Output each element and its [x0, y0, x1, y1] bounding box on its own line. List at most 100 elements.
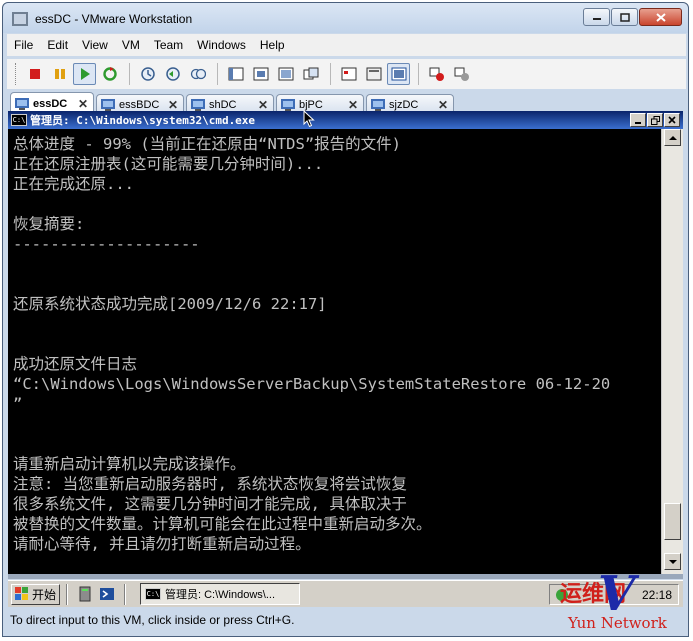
- team-button[interactable]: [425, 63, 448, 85]
- revert-snapshot-button[interactable]: [161, 63, 184, 85]
- toolbar-separator: [217, 63, 218, 85]
- summary-view-button[interactable]: [337, 63, 360, 85]
- quick-switch-button[interactable]: [224, 63, 247, 85]
- menu-bar: File Edit View VM Team Windows Help: [7, 34, 686, 56]
- menu-view[interactable]: View: [75, 38, 115, 52]
- menu-file[interactable]: File: [7, 38, 40, 52]
- system-tray: 22:18: [549, 584, 679, 605]
- minimize-icon: [592, 18, 601, 20]
- console-view-icon: [366, 67, 381, 81]
- view-toggle-button[interactable]: [387, 63, 410, 85]
- full-screen-icon: [278, 67, 293, 81]
- cmd-title-bar[interactable]: C:\ 管理员: C:\Windows\system32\cmd.exe: [8, 111, 683, 129]
- revert-snapshot-icon: [165, 67, 180, 81]
- reset-button[interactable]: [98, 63, 121, 85]
- vm-icon: [101, 98, 115, 111]
- menu-edit[interactable]: Edit: [40, 38, 75, 52]
- arrow-down-icon: [668, 559, 677, 564]
- arrow-up-icon: [668, 135, 677, 140]
- taskbar-separator: [66, 583, 68, 605]
- console-line: 请重新启动计算机以完成该操作。: [13, 455, 246, 473]
- take-snapshot-button[interactable]: [136, 63, 159, 85]
- menu-team[interactable]: Team: [147, 38, 190, 52]
- close-icon: [655, 12, 666, 22]
- vm-horizontal-scrollbar[interactable]: [8, 574, 683, 579]
- start-button[interactable]: 开始: [11, 583, 60, 605]
- guest-taskbar: 开始 C:\ 管理员: C:\Windows\... 22:18: [8, 580, 683, 607]
- start-label: 开始: [32, 587, 57, 602]
- team-icon: [429, 67, 444, 81]
- network-button[interactable]: [450, 63, 473, 85]
- vm-icon: [15, 97, 29, 110]
- console-line: “C:\Windows\Logs\WindowsServerBackup\Sys…: [13, 375, 611, 393]
- menu-windows[interactable]: Windows: [190, 38, 253, 52]
- scroll-up-button[interactable]: [664, 129, 681, 146]
- maximize-button[interactable]: [611, 8, 638, 26]
- pause-icon: [54, 69, 65, 79]
- toolbar-separator: [330, 63, 331, 85]
- console-line: 恢复摘要:: [13, 215, 85, 233]
- toolbar: [7, 59, 686, 89]
- cmd-restore-button[interactable]: [647, 113, 663, 127]
- powershell-icon[interactable]: [99, 586, 115, 602]
- minimize-button[interactable]: [583, 8, 610, 26]
- cmd-icon: C:\: [145, 588, 161, 600]
- network-icon: [454, 67, 469, 81]
- close-icon[interactable]: ✕: [167, 98, 179, 112]
- tab-label: shDC: [209, 98, 237, 111]
- power-off-button[interactable]: [23, 63, 46, 85]
- suspend-button[interactable]: [48, 63, 71, 85]
- tab-label: sjzDC: [389, 98, 419, 111]
- taskbar-cmd-button[interactable]: C:\ 管理员: C:\Windows\...: [140, 583, 300, 605]
- fit-guest-button[interactable]: [249, 63, 272, 85]
- unity-button[interactable]: [299, 63, 322, 85]
- console-output[interactable]: 总体进度 - 99% (当前正在还原由“NTDS”报告的文件) 正在还原注册表(这…: [8, 129, 661, 574]
- cmd-window-controls: [630, 113, 680, 127]
- view-toggle-icon: [391, 67, 406, 81]
- console-line: --------------------: [13, 235, 200, 253]
- console-line: 总体进度 - 99% (当前正在还原由“NTDS”报告的文件): [13, 135, 401, 153]
- console-scrollbar[interactable]: [661, 129, 683, 574]
- snapshot-manager-button[interactable]: [186, 63, 209, 85]
- reset-icon: [102, 67, 117, 81]
- toolbar-separator: [129, 63, 130, 85]
- menu-vm[interactable]: VM: [115, 38, 147, 52]
- server-manager-icon[interactable]: [77, 586, 93, 602]
- scroll-thumb[interactable]: [664, 503, 681, 541]
- power-on-button[interactable]: [73, 63, 96, 85]
- fit-guest-icon: [253, 67, 268, 81]
- minimize-icon: [635, 122, 641, 124]
- tab-label: essBDC: [119, 98, 160, 111]
- window-title: essDC - VMware Workstation: [35, 12, 193, 26]
- cmd-close-button[interactable]: [664, 113, 680, 127]
- vm-icon: [191, 98, 205, 111]
- close-icon[interactable]: ✕: [257, 98, 269, 112]
- snapshot-icon: [140, 67, 155, 81]
- close-icon[interactable]: ✕: [347, 98, 359, 112]
- status-bar: To direct input to this VM, click inside…: [4, 609, 683, 631]
- menu-help[interactable]: Help: [253, 38, 292, 52]
- tray-flag-icon[interactable]: [555, 588, 569, 602]
- scroll-down-button[interactable]: [664, 553, 681, 570]
- close-button[interactable]: [639, 8, 682, 26]
- cmd-icon: C:\: [11, 114, 27, 126]
- snapshot-manager-icon: [190, 68, 206, 80]
- title-bar[interactable]: essDC - VMware Workstation: [3, 3, 688, 33]
- toolbar-grip: [15, 63, 18, 85]
- cmd-minimize-button[interactable]: [630, 113, 646, 127]
- windows-logo-icon: [15, 587, 28, 600]
- toolbar-separator: [418, 63, 419, 85]
- unity-icon: [303, 67, 318, 80]
- full-screen-button[interactable]: [274, 63, 297, 85]
- console-view-button[interactable]: [362, 63, 385, 85]
- close-icon[interactable]: ✕: [437, 98, 449, 112]
- cmd-window-title: 管理员: C:\Windows\system32\cmd.exe: [30, 114, 256, 127]
- close-icon[interactable]: ✕: [77, 97, 89, 111]
- console-line: 正在还原注册表(这可能需要几分钟时间)...: [13, 155, 324, 173]
- console-line: 还原系统状态成功完成[2009/12/6 22:17]: [13, 295, 327, 313]
